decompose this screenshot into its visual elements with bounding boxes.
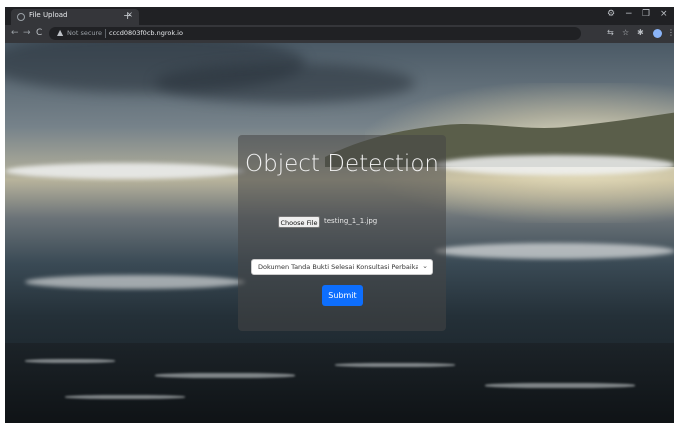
warning-icon: ▲ (57, 28, 64, 37)
sand-foam (335, 363, 455, 367)
extensions-icon[interactable]: ✱ (637, 28, 644, 38)
page-viewport: Object Detection Choose File testing_1_1… (5, 43, 674, 423)
profile-icon[interactable] (653, 29, 662, 38)
address-bar[interactable]: ▲ Not secure cccd0803f0cb.ngrok.io (49, 27, 581, 40)
tab-title: File Upload (29, 11, 68, 19)
sand-foam (25, 359, 115, 363)
back-button[interactable]: ← (11, 28, 19, 38)
wave-foam (5, 163, 245, 179)
browser-tab[interactable]: File Upload × (11, 9, 139, 25)
settings-icon[interactable]: ⚙ (607, 9, 615, 19)
file-name-label: testing_1_1.jpg (324, 217, 378, 225)
chevron-down-icon: ⌄ (422, 262, 428, 270)
browser-toolbar: ← → C ▲ Not secure cccd0803f0cb.ngrok.io… (5, 25, 674, 43)
star-icon[interactable]: ☆ (622, 28, 629, 38)
globe-icon (17, 13, 25, 21)
tab-strip: File Upload × + ⚙ − ❐ × (5, 7, 674, 25)
select-value: Dokumen Tanda Bukti Selesai Konsultasi P… (258, 263, 418, 271)
security-label: Not secure (67, 29, 103, 37)
upload-panel: Object Detection Choose File testing_1_1… (238, 135, 446, 331)
sand-foam (485, 383, 635, 388)
sand-foam (65, 395, 185, 399)
wave-foam (435, 243, 674, 259)
submit-button[interactable]: Submit (322, 285, 363, 306)
minimize-button[interactable]: − (625, 9, 633, 19)
document-type-select[interactable]: Dokumen Tanda Bukti Selesai Konsultasi P… (251, 259, 433, 275)
wave-foam (435, 155, 674, 175)
reload-button[interactable]: C (36, 28, 42, 38)
choose-file-button[interactable]: Choose File (278, 216, 320, 228)
new-tab-button[interactable]: + (123, 10, 132, 21)
omnibox-divider (105, 29, 106, 38)
maximize-button[interactable]: ❐ (642, 9, 650, 19)
page-title: Object Detection (245, 151, 439, 177)
forward-button[interactable]: → (23, 28, 31, 38)
sand-foam (155, 373, 295, 378)
browser-window: File Upload × + ⚙ − ❐ × ← → C ▲ Not secu… (5, 7, 674, 423)
menu-icon[interactable]: ⋮ (667, 28, 674, 38)
wave-foam (25, 275, 245, 289)
translate-icon[interactable]: ⇆ (607, 28, 614, 38)
close-window-button[interactable]: × (660, 9, 668, 19)
url-text[interactable]: cccd0803f0cb.ngrok.io (109, 29, 183, 37)
